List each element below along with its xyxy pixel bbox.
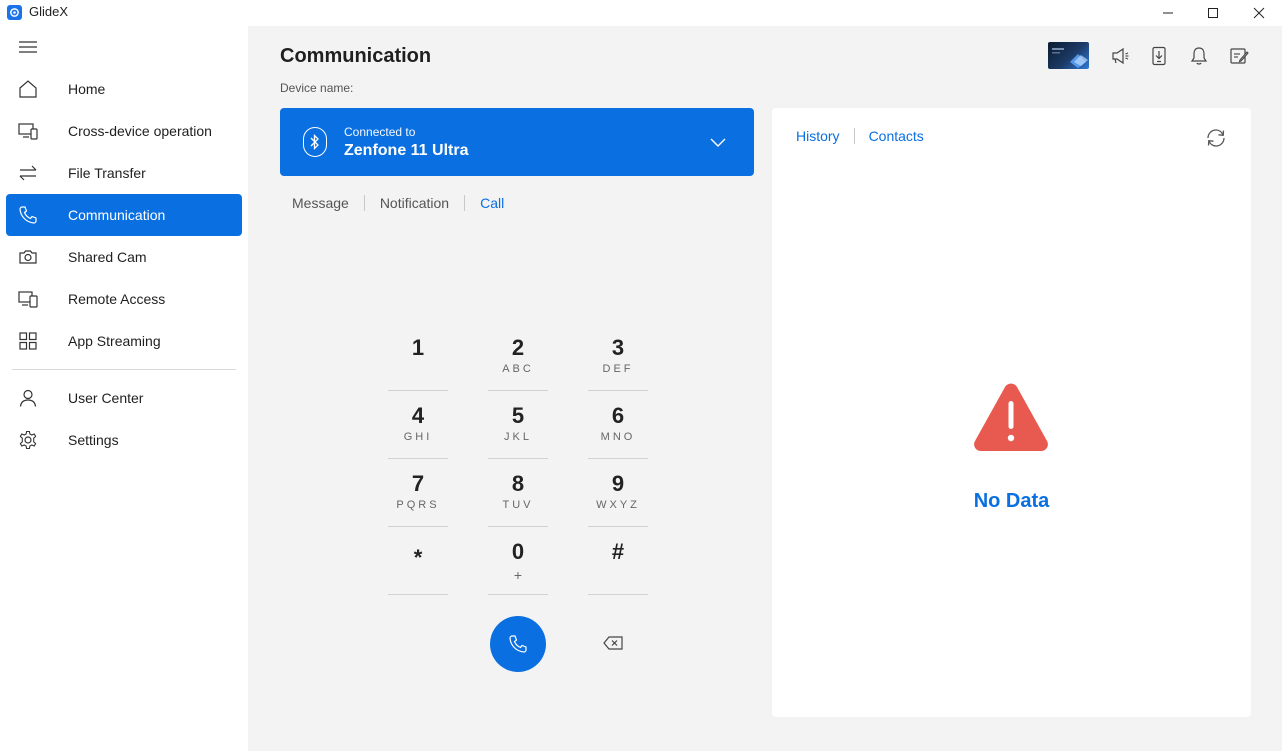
sidebar-item-shared-cam[interactable]: Shared Cam — [6, 236, 242, 278]
sidebar-item-label: Shared Cam — [68, 249, 147, 265]
hamburger-icon[interactable] — [18, 39, 38, 55]
app-grid-icon — [19, 332, 37, 350]
dialpad-key-7[interactable]: 7 PQRS — [388, 467, 448, 527]
sidebar-item-settings[interactable]: Settings — [6, 419, 242, 461]
glidex-logo-icon — [7, 5, 22, 20]
home-icon — [19, 80, 37, 98]
minimize-icon — [1163, 12, 1173, 14]
edit-note-icon — [1230, 48, 1249, 64]
device-download-icon — [1152, 46, 1166, 66]
tab-separator — [853, 128, 855, 144]
announcement-button[interactable] — [1108, 44, 1132, 68]
page-title: Communication — [280, 45, 432, 67]
tab-notification[interactable]: Notification — [380, 195, 449, 211]
gear-icon — [19, 430, 37, 450]
refresh-icon[interactable] — [1205, 127, 1227, 149]
sidebar: Home Cross-device operation File Transfe… — [0, 26, 248, 751]
notifications-button[interactable] — [1187, 44, 1211, 68]
sidebar-divider — [12, 369, 236, 370]
file-transfer-icon — [19, 165, 37, 181]
phone-icon — [509, 635, 527, 653]
sidebar-item-label: User Center — [68, 390, 144, 406]
user-icon — [19, 389, 37, 407]
promo-thumbnail[interactable] — [1048, 42, 1089, 69]
device-name: Zenfone 11 Ultra — [344, 142, 469, 159]
tab-call[interactable]: Call — [480, 195, 504, 211]
feedback-button[interactable] — [1227, 44, 1251, 68]
dialpad-key-1[interactable]: 1 — [388, 331, 448, 391]
tab-separator — [363, 195, 365, 211]
camera-icon — [19, 250, 37, 264]
sidebar-item-label: Communication — [68, 207, 166, 223]
tab-message[interactable]: Message — [292, 195, 349, 211]
cross-device-icon — [18, 123, 38, 140]
sidebar-item-label: Settings — [68, 432, 119, 448]
dialpad-key-0[interactable]: 0 + — [488, 535, 548, 595]
empty-state-text: No Data — [973, 490, 1050, 512]
device-name-label: Device name: — [280, 81, 354, 95]
device-download-button[interactable] — [1147, 44, 1171, 68]
bluetooth-icon — [303, 127, 327, 157]
sidebar-item-communication[interactable]: Communication — [6, 194, 242, 236]
call-button[interactable] — [490, 616, 546, 672]
sidebar-item-label: File Transfer — [68, 165, 146, 181]
sidebar-item-cross-device[interactable]: Cross-device operation — [6, 110, 242, 152]
connection-status: Connected to — [344, 125, 416, 139]
sidebar-item-user-center[interactable]: User Center — [6, 377, 242, 419]
title-bar: GlideX — [0, 0, 1282, 26]
dialpad-key-9[interactable]: 9 WXYZ — [588, 467, 648, 527]
dialpad-key-hash[interactable]: # — [588, 535, 648, 595]
dialpad-key-5[interactable]: 5 JKL — [488, 399, 548, 459]
dialpad-key-2[interactable]: 2 ABC — [488, 331, 548, 391]
close-icon — [1253, 7, 1265, 19]
tab-separator — [464, 195, 466, 211]
tab-contacts[interactable]: Contacts — [869, 128, 924, 144]
panel-tabs: History Contacts — [796, 128, 924, 144]
minimize-button[interactable] — [1145, 0, 1191, 26]
sidebar-item-app-streaming[interactable]: App Streaming — [6, 320, 242, 362]
sidebar-item-label: Remote Access — [68, 291, 166, 307]
sidebar-item-label: App Streaming — [68, 333, 161, 349]
remote-access-icon — [18, 291, 38, 308]
maximize-icon — [1208, 8, 1218, 18]
app-title: GlideX — [29, 4, 69, 19]
dialpad-key-8[interactable]: 8 TUV — [488, 467, 548, 527]
warning-icon — [974, 383, 1048, 451]
chevron-down-icon — [710, 138, 726, 147]
sidebar-item-home[interactable]: Home — [6, 68, 242, 110]
dialpad-key-star[interactable]: * — [388, 535, 448, 595]
megaphone-icon — [1112, 47, 1129, 65]
bell-icon — [1190, 47, 1208, 65]
phone-icon — [19, 206, 37, 224]
dialpad-key-4[interactable]: 4 GHI — [388, 399, 448, 459]
dialpad-key-6[interactable]: 6 MNO — [588, 399, 648, 459]
sidebar-item-label: Cross-device operation — [68, 123, 212, 139]
communication-tabs: Message Notification Call — [292, 193, 504, 213]
tab-history[interactable]: History — [796, 128, 840, 144]
main-content: Communication Device name: Connected to … — [248, 26, 1282, 751]
sidebar-item-remote-access[interactable]: Remote Access — [6, 278, 242, 320]
backspace-icon[interactable] — [602, 634, 624, 652]
device-selector[interactable]: Connected to Zenfone 11 Ultra — [280, 108, 754, 176]
history-contacts-panel: History Contacts No Data — [772, 108, 1251, 717]
dialpad-key-3[interactable]: 3 DEF — [588, 331, 648, 391]
maximize-button[interactable] — [1190, 0, 1236, 26]
sidebar-item-file-transfer[interactable]: File Transfer — [6, 152, 242, 194]
sidebar-item-label: Home — [68, 81, 106, 97]
close-button[interactable] — [1236, 0, 1282, 26]
